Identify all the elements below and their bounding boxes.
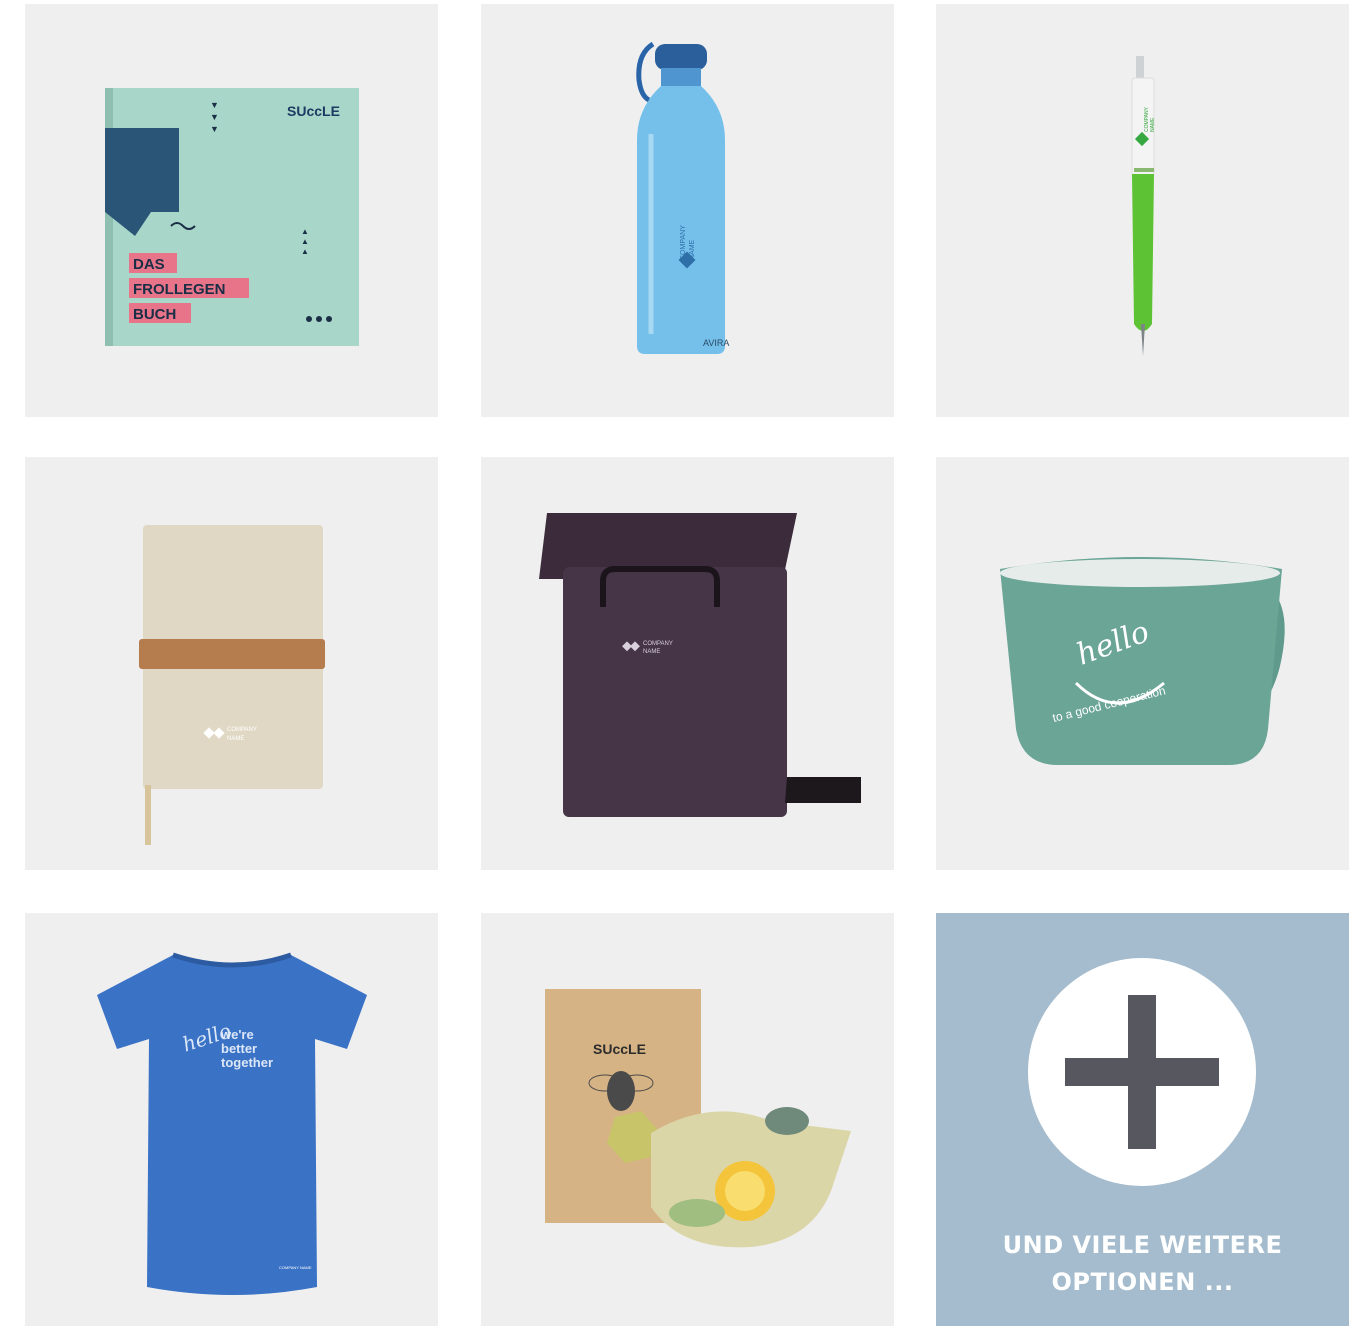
- svg-text:▼: ▼: [210, 124, 219, 134]
- product-tile-notebook[interactable]: COMPANY NAME: [25, 457, 438, 870]
- svg-text:▼: ▼: [210, 112, 219, 122]
- tshirt-image: hello we're better together COMPANY NAME: [97, 952, 367, 1295]
- book-logo-text: SUccLE: [287, 103, 340, 119]
- book-title-line1: DAS: [133, 256, 165, 273]
- book-title-line3: BUCH: [133, 306, 176, 323]
- tshirt-slogan-line3: together: [221, 1055, 273, 1070]
- book-title-line2: FROLLEGEN: [133, 281, 226, 298]
- more-options-label-line1: UND VIELE WEITERE: [1002, 1231, 1283, 1259]
- tshirt-slogan-line2: better: [221, 1041, 257, 1056]
- beeswax-logo-text: SUccLE: [593, 1041, 646, 1057]
- svg-text:▲: ▲: [301, 237, 309, 246]
- product-tile-beeswax-wrap[interactable]: SUccLE: [481, 913, 894, 1326]
- more-options-tile[interactable]: UND VIELE WEITERE OPTIONEN ...: [936, 913, 1349, 1326]
- mug-image: hello to a good cooperation: [1000, 557, 1285, 765]
- svg-text:▲: ▲: [301, 247, 309, 256]
- notebook-print-line1: COMPANY: [227, 727, 257, 733]
- product-tile-water-bottle[interactable]: COMPANY NAME AVIRA: [481, 4, 894, 417]
- product-tile-book[interactable]: ▼ ▼ ▼ ▲ ▲ ▲ SUccLE DAS FROLLEGEN BUCH: [25, 4, 438, 417]
- book-image: ▼ ▼ ▼ ▲ ▲ ▲ SUccLE DAS FROLLEGEN BUCH: [105, 88, 359, 346]
- product-tile-backpack[interactable]: COMPANY NAME: [481, 457, 894, 870]
- notebook-print-line2: NAME: [227, 736, 244, 742]
- tshirt-print: COMPANY NAME: [279, 1265, 312, 1270]
- notebook-image: COMPANY NAME: [139, 525, 325, 845]
- product-tile-pen[interactable]: COMPANY NAME: [936, 4, 1349, 417]
- pen-print-line2: NAME: [1150, 117, 1156, 132]
- svg-text:▼: ▼: [210, 100, 219, 110]
- pen-image: COMPANY NAME: [1131, 56, 1156, 356]
- svg-text:▲: ▲: [301, 227, 309, 236]
- product-tile-tshirt[interactable]: hello we're better together COMPANY NAME: [25, 913, 438, 1326]
- tshirt-slogan-line1: we're: [220, 1027, 254, 1042]
- beeswax-wrap-image: SUccLE: [545, 989, 851, 1248]
- more-options-label: UND VIELE WEITERE OPTIONEN ...: [936, 1227, 1349, 1301]
- water-bottle-image: COMPANY NAME AVIRA: [636, 41, 729, 354]
- backpack-print-line1: COMPANY: [643, 641, 673, 647]
- product-tile-mug[interactable]: hello to a good cooperation: [936, 457, 1349, 870]
- more-options-label-line2: OPTIONEN ...: [1051, 1268, 1234, 1296]
- bottle-brand: AVIRA: [703, 338, 729, 348]
- backpack-image: COMPANY NAME: [539, 513, 861, 817]
- plus-icon: [1028, 958, 1256, 1186]
- backpack-print-line2: NAME: [643, 649, 660, 655]
